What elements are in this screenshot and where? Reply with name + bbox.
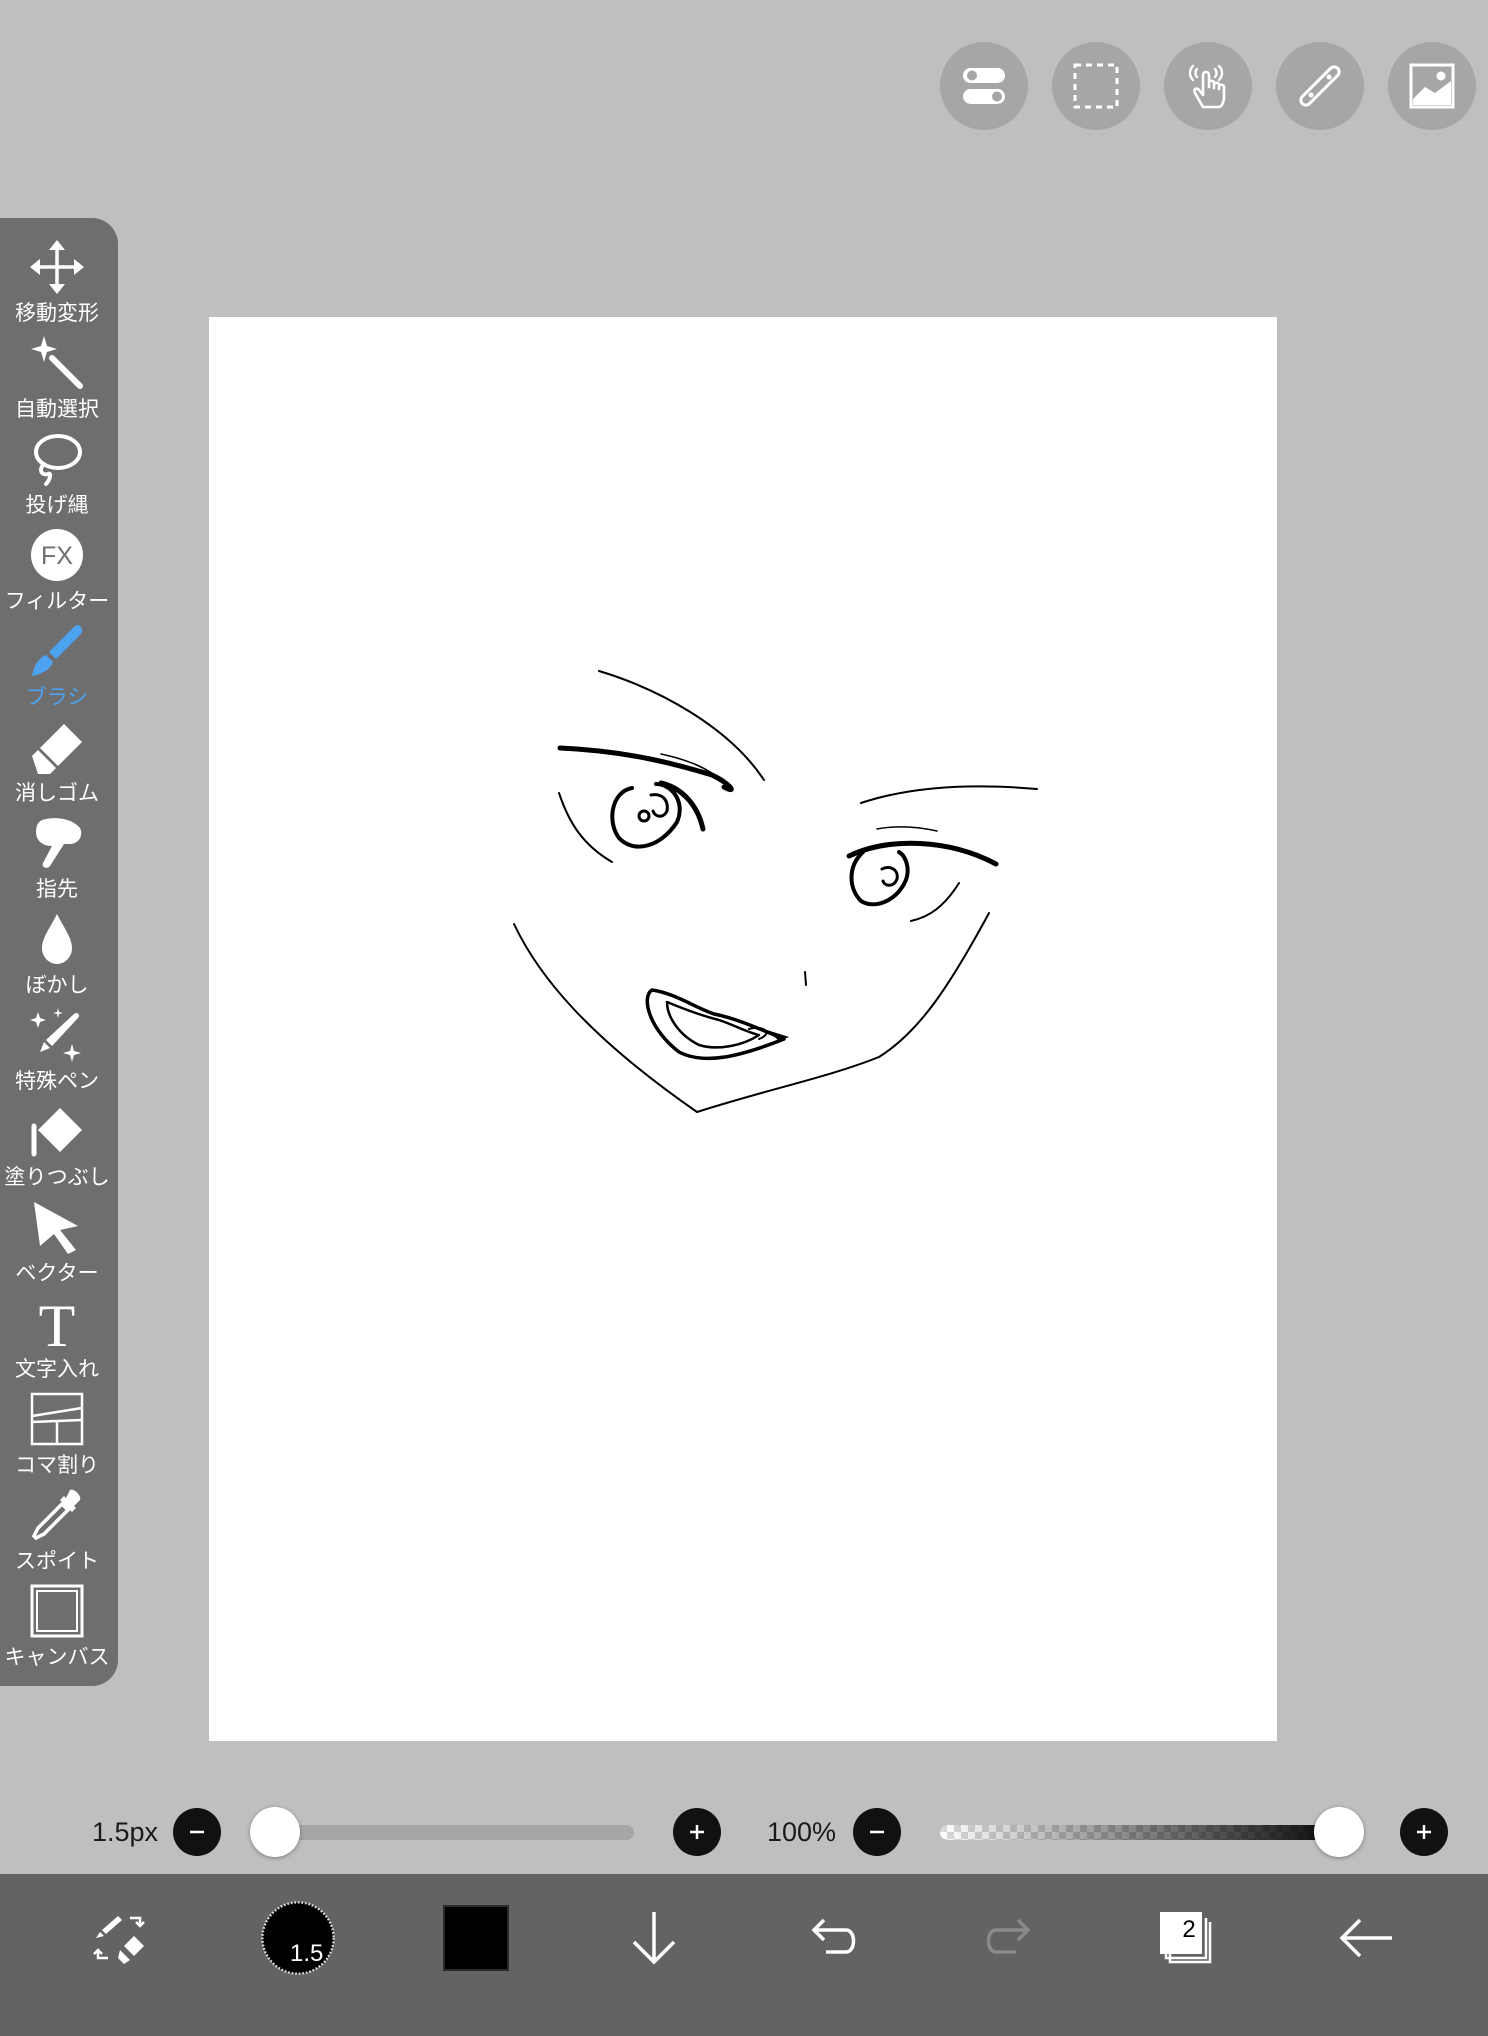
opacity-decrease-button[interactable] <box>853 1808 901 1856</box>
back-button[interactable] <box>1326 1898 1406 1978</box>
tool-blur[interactable]: ぼかし <box>0 910 114 1006</box>
tool-label: ぼかし <box>25 973 89 997</box>
eraser-icon <box>32 724 82 774</box>
redo-button[interactable] <box>970 1898 1050 1978</box>
special-pen-icon <box>30 1008 81 1062</box>
tool-special-pen[interactable]: 特殊ペン <box>0 1006 114 1102</box>
redo-icon <box>986 1918 1031 1954</box>
ruler-button[interactable] <box>1276 42 1364 130</box>
touch-gesture-button[interactable] <box>1164 42 1252 130</box>
tool-canvas[interactable]: キャンバス <box>0 1582 114 1678</box>
opacity-slider-knob[interactable] <box>1314 1807 1364 1857</box>
minus-icon <box>870 1830 884 1834</box>
tool-palette: 移動変形 自動選択 投げ縄 FX フィルター ブラシ 消しゴム 指先 ぼかし 特… <box>0 218 118 1686</box>
undo-icon <box>811 1918 856 1954</box>
tool-label: 移動変形 <box>15 301 99 325</box>
opacity-slider[interactable] <box>940 1825 1352 1840</box>
opacity-value: 100% <box>767 1817 837 1847</box>
layer-count: 2 <box>1182 1916 1196 1943</box>
swap-pen-eraser-icon <box>93 1916 145 1964</box>
lasso-icon <box>34 434 82 486</box>
tool-label: ブラシ <box>25 685 89 709</box>
brush-size-value: 1.5px <box>92 1817 159 1847</box>
color-swatch-button[interactable] <box>436 1898 516 1978</box>
panel-divide-icon <box>30 1392 84 1446</box>
tool-vector[interactable]: ベクター <box>0 1198 114 1294</box>
minus-icon <box>190 1830 204 1834</box>
brush-size-badge: 1.5 <box>290 1940 324 1967</box>
tool-label: フィルター <box>4 589 110 613</box>
sketch-drawing <box>513 670 1038 1113</box>
tool-label: コマ割り <box>15 1453 99 1477</box>
brush-size-slider-knob[interactable] <box>250 1807 300 1857</box>
tool-label: スポイト <box>15 1549 99 1573</box>
tool-brush[interactable]: ブラシ <box>0 622 114 718</box>
finger-smudge-icon <box>36 818 82 868</box>
swap-pen-eraser-button[interactable] <box>80 1898 160 1978</box>
tool-finger[interactable]: 指先 <box>0 814 114 910</box>
tool-text[interactable]: T 文字入れ <box>0 1294 114 1390</box>
opacity-increase-button[interactable] <box>1400 1808 1448 1856</box>
move-transform-icon <box>30 240 84 294</box>
brush-size-increase-button[interactable] <box>673 1808 721 1856</box>
tool-panel-divide[interactable]: コマ割り <box>0 1390 114 1486</box>
tool-label: 自動選択 <box>15 397 99 421</box>
bottom-toolbar <box>0 1874 1488 2036</box>
selection-button[interactable] <box>1052 42 1140 130</box>
tool-eraser[interactable]: 消しゴム <box>0 718 114 814</box>
svg-text:T: T <box>39 1294 76 1352</box>
download-arrow-icon <box>632 1912 676 1965</box>
eyedropper-icon <box>31 1489 81 1541</box>
tool-auto-select[interactable]: 自動選択 <box>0 334 114 430</box>
svg-text:FX: FX <box>41 542 73 570</box>
fx-filter-icon: FX <box>31 529 83 581</box>
magic-wand-icon <box>31 336 83 389</box>
touch-gesture-icon <box>1188 64 1226 109</box>
ruler-icon <box>1299 65 1341 107</box>
undo-button[interactable] <box>792 1898 872 1978</box>
material-image-icon <box>1409 63 1455 109</box>
fill-bucket-icon <box>31 1108 82 1157</box>
tool-eyedropper[interactable]: スポイト <box>0 1486 114 1582</box>
selection-icon <box>1073 63 1119 109</box>
back-arrow-icon <box>1339 1918 1392 1958</box>
plus-icon <box>690 1825 704 1839</box>
material-image-button[interactable] <box>1388 42 1476 130</box>
brush-size-preview-button[interactable]: 1.5 <box>258 1898 338 1978</box>
brush-icon <box>32 624 83 676</box>
tool-fill[interactable]: 塗りつぶし <box>0 1102 114 1198</box>
drawing-canvas[interactable] <box>209 317 1277 1741</box>
tool-filter[interactable]: FX フィルター <box>0 526 114 622</box>
text-icon: T <box>39 1294 76 1352</box>
tool-label: 文字入れ <box>15 1357 99 1381</box>
tool-label: 投げ縄 <box>25 493 89 517</box>
tool-label: キャンバス <box>4 1645 110 1669</box>
canvas-icon <box>30 1584 84 1638</box>
tool-label: 塗りつぶし <box>4 1165 110 1189</box>
color-swatch <box>443 1905 509 1971</box>
tool-label: 消しゴム <box>15 781 99 805</box>
layers-button[interactable]: 2 <box>1148 1898 1228 1978</box>
tool-move-transform[interactable]: 移動変形 <box>0 238 114 334</box>
plus-icon <box>1417 1825 1431 1839</box>
tool-label: 特殊ペン <box>15 1069 99 1093</box>
toggle-icon <box>963 68 1005 104</box>
download-button[interactable] <box>614 1898 694 1978</box>
tool-label: 指先 <box>36 877 78 901</box>
brush-size-slider[interactable] <box>258 1825 634 1840</box>
brush-size-decrease-button[interactable] <box>173 1808 221 1856</box>
toggle-button[interactable] <box>940 42 1028 130</box>
blur-drop-icon <box>42 914 72 964</box>
tool-label: ベクター <box>15 1261 99 1285</box>
tool-lasso[interactable]: 投げ縄 <box>0 430 114 526</box>
vector-cursor-icon <box>34 1202 78 1254</box>
